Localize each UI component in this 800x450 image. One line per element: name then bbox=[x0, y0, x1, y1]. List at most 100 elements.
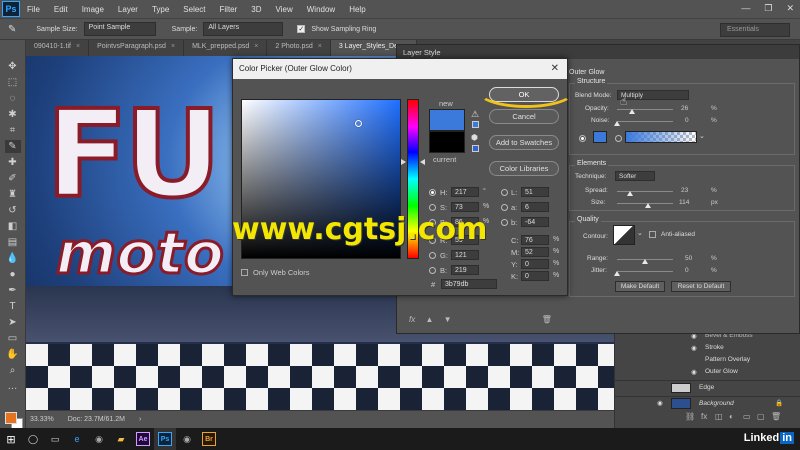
maximize-button[interactable]: ❐ bbox=[764, 3, 772, 14]
menu-edit[interactable]: Edit bbox=[47, 5, 75, 14]
zoom-level[interactable]: 33.33% bbox=[30, 416, 54, 423]
status-arrow-icon[interactable]: › bbox=[139, 416, 141, 423]
saturation-radio[interactable] bbox=[429, 204, 436, 211]
menu-file[interactable]: File bbox=[20, 5, 47, 14]
close-button[interactable]: ✕ bbox=[786, 3, 794, 14]
range-slider-knob[interactable] bbox=[642, 259, 648, 264]
menu-filter[interactable]: Filter bbox=[213, 5, 245, 14]
web-safe-cube-icon[interactable]: ⬢ bbox=[471, 133, 478, 142]
lab-a-radio[interactable] bbox=[501, 204, 508, 211]
quick-select-tool-icon[interactable]: ✱ bbox=[5, 108, 21, 121]
healing-tool-icon[interactable]: ✚ bbox=[5, 156, 21, 169]
current-color-swatch[interactable] bbox=[429, 131, 465, 153]
type-tool-icon[interactable]: T bbox=[5, 300, 21, 313]
dodge-tool-icon[interactable]: ● bbox=[5, 268, 21, 281]
contour-preview[interactable] bbox=[613, 225, 635, 245]
noise-value[interactable]: 0 bbox=[685, 117, 689, 124]
cancel-button[interactable]: Cancel bbox=[489, 109, 559, 124]
eyedropper-tool-icon[interactable]: ✎ bbox=[4, 140, 21, 153]
new-layer-icon[interactable]: ▢ bbox=[757, 412, 765, 421]
crop-tool-icon[interactable]: ⌗ bbox=[5, 124, 21, 137]
yellow-input[interactable]: 0 bbox=[521, 259, 549, 269]
link-icon[interactable]: ⛓ bbox=[685, 412, 695, 421]
hue-input[interactable]: 217 bbox=[451, 187, 479, 197]
browser-icon[interactable]: ◉ bbox=[176, 428, 198, 450]
make-default-button[interactable]: Make Default bbox=[615, 281, 665, 292]
adjustment-icon[interactable]: ◐ bbox=[729, 412, 734, 421]
opacity-slider[interactable] bbox=[617, 109, 673, 110]
saturation-input[interactable]: 73 bbox=[451, 202, 479, 212]
eyedropper-icon[interactable]: ✎ bbox=[8, 24, 16, 35]
lab-a-input[interactable]: 6 bbox=[521, 202, 549, 212]
marquee-tool-icon[interactable]: ⬚ bbox=[5, 76, 21, 89]
hand-tool-icon[interactable]: ✋ bbox=[5, 348, 21, 361]
eye-icon[interactable]: ◉ bbox=[691, 344, 697, 352]
technique-select[interactable]: Softer bbox=[615, 171, 655, 181]
noise-slider-knob[interactable] bbox=[614, 121, 620, 126]
hue-radio[interactable] bbox=[429, 189, 436, 196]
menu-image[interactable]: Image bbox=[75, 5, 111, 14]
tab-doc-2[interactable]: PointvsParagraph.psd × bbox=[89, 40, 185, 56]
glow-gradient-radio[interactable] bbox=[615, 135, 622, 142]
blur-tool-icon[interactable]: 💧 bbox=[5, 252, 21, 265]
task-view-icon[interactable]: ▭ bbox=[44, 428, 66, 450]
range-value[interactable]: 50 bbox=[685, 255, 692, 262]
foreground-color[interactable] bbox=[5, 412, 17, 424]
color-libraries-button[interactable]: Color Libraries bbox=[489, 161, 559, 176]
show-ring-checkbox[interactable]: ✓ bbox=[297, 25, 306, 33]
gamut-swatch[interactable] bbox=[472, 121, 479, 128]
glow-color-radio[interactable] bbox=[579, 135, 586, 142]
lab-l-radio[interactable] bbox=[501, 189, 508, 196]
fx-icon[interactable]: fx bbox=[701, 412, 707, 421]
blue-radio[interactable] bbox=[429, 267, 436, 274]
start-icon[interactable]: ⊞ bbox=[0, 428, 22, 450]
hue-arrow-right-icon[interactable] bbox=[420, 159, 425, 165]
close-tab-icon[interactable]: × bbox=[318, 43, 322, 50]
delete-effect-icon[interactable]: 🗑 bbox=[542, 315, 552, 324]
menu-window[interactable]: Window bbox=[300, 5, 342, 14]
opacity-value[interactable]: 26 bbox=[681, 105, 688, 112]
after-effects-icon[interactable]: Ae bbox=[132, 428, 154, 450]
color-field-cursor[interactable] bbox=[355, 120, 362, 127]
size-slider-knob[interactable] bbox=[645, 203, 651, 208]
opacity-slider-knob[interactable] bbox=[629, 109, 635, 114]
close-icon[interactable]: ✕ bbox=[551, 63, 559, 74]
file-explorer-icon[interactable]: ▰ bbox=[110, 428, 132, 450]
move-up-icon[interactable]: ▲ bbox=[425, 315, 433, 324]
hue-arrow-left-icon[interactable] bbox=[401, 159, 406, 165]
reset-default-button[interactable]: Reset to Default bbox=[671, 281, 731, 292]
pen-tool-icon[interactable]: ✒ bbox=[5, 284, 21, 297]
eye-icon[interactable]: ◉ bbox=[691, 368, 697, 376]
add-to-swatches-button[interactable]: Add to Swatches bbox=[489, 135, 559, 150]
black-input[interactable]: 0 bbox=[521, 271, 549, 281]
tab-doc-1[interactable]: 090410-1.tif × bbox=[26, 40, 90, 56]
blend-mode-select[interactable]: Multiply bbox=[617, 90, 689, 100]
contour-dropdown-icon[interactable]: ⌄ bbox=[637, 229, 643, 237]
mask-icon[interactable]: ◫ bbox=[715, 412, 723, 421]
move-tool-icon[interactable]: ✥ bbox=[5, 60, 21, 73]
lasso-tool-icon[interactable]: ◌ bbox=[5, 92, 21, 105]
tab-doc-4[interactable]: 2 Photo.psd × bbox=[267, 40, 331, 56]
glow-color-swatch[interactable] bbox=[593, 131, 607, 143]
sample-size-select[interactable]: Point Sample bbox=[83, 22, 156, 36]
minimize-button[interactable]: — bbox=[741, 3, 750, 14]
cyan-input[interactable]: 76 bbox=[521, 235, 549, 245]
bridge-icon[interactable]: Br bbox=[198, 428, 220, 450]
history-brush-icon[interactable]: ↺ bbox=[5, 204, 21, 217]
stamp-tool-icon[interactable]: ♜ bbox=[5, 188, 21, 201]
eye-icon[interactable]: ◉ bbox=[657, 399, 663, 407]
menu-type[interactable]: Type bbox=[145, 5, 176, 14]
close-tab-icon[interactable]: × bbox=[254, 43, 258, 50]
green-radio[interactable] bbox=[429, 252, 436, 259]
menu-select[interactable]: Select bbox=[176, 5, 212, 14]
menu-help[interactable]: Help bbox=[342, 5, 372, 14]
spread-slider-knob[interactable] bbox=[627, 191, 633, 196]
close-tab-icon[interactable]: × bbox=[76, 43, 80, 50]
lab-l-input[interactable]: 51 bbox=[521, 187, 549, 197]
gamut-warning-icon[interactable]: ⚠ bbox=[471, 109, 479, 120]
gradient-tool-icon[interactable]: ▤ bbox=[5, 236, 21, 249]
green-input[interactable]: 121 bbox=[451, 250, 479, 260]
edge-browser-icon[interactable]: e bbox=[66, 428, 88, 450]
trash-icon[interactable]: 🗑 bbox=[771, 412, 781, 421]
lab-b-input[interactable]: -64 bbox=[521, 217, 549, 227]
